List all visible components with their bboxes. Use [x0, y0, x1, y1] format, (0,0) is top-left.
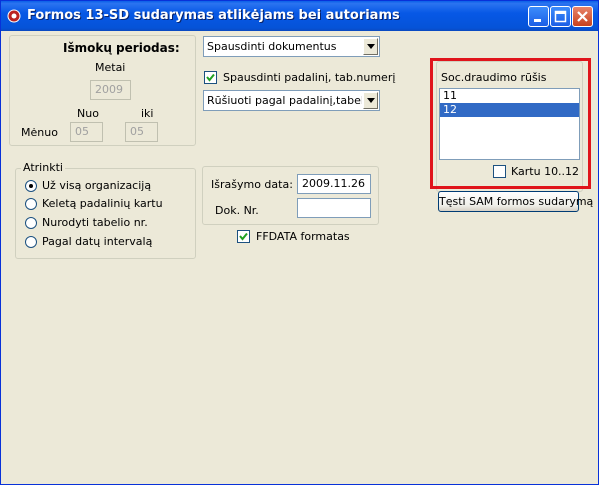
window-title: Formos 13-SD sudarymas atlikėjams bei au…: [27, 8, 400, 23]
ffdata-label: FFDATA formatas: [256, 230, 350, 243]
close-icon: [577, 11, 588, 22]
title-bar[interactable]: Formos 13-SD sudarymas atlikėjams bei au…: [1, 1, 598, 31]
month-label: Mėnuo: [21, 126, 58, 139]
date-field[interactable]: 2009.11.26: [297, 174, 371, 194]
ffdata-checkbox[interactable]: [237, 230, 250, 243]
sort-combo-dropdown[interactable]: [363, 92, 378, 109]
close-button[interactable]: [572, 6, 593, 27]
radio-tab-number-label: Nurodyti tabelio nr.: [42, 216, 148, 229]
radio-several-units[interactable]: [25, 198, 37, 210]
maximize-icon: [554, 10, 567, 23]
print-combo[interactable]: Spausdinti dokumentus: [203, 36, 380, 57]
sort-combo[interactable]: Rūšiuoti pagal padalinį,tabelio nr: [203, 90, 380, 111]
radio-date-interval[interactable]: [25, 236, 37, 248]
radio-dot: [29, 184, 33, 188]
doc-number-field[interactable]: [297, 198, 371, 218]
date-label: Išrašymo data:: [211, 178, 293, 191]
radio-whole-org[interactable]: [25, 180, 37, 192]
client-area: Išmokų periodas: Metai 2009 Nuo iki Mėnu…: [4, 31, 595, 481]
continue-button[interactable]: Tęsti SAM formos sudarymą: [438, 191, 593, 212]
radio-date-interval-label: Pagal datų intervalą: [42, 235, 153, 248]
print-tab-checkbox[interactable]: [204, 71, 217, 84]
main-window: Formos 13-SD sudarymas atlikėjams bei au…: [0, 0, 599, 485]
print-tab-label: Spausdinti padalinį, tab.numerį: [223, 71, 396, 84]
highlight-box: [430, 58, 591, 189]
print-combo-value: Spausdinti dokumentus: [207, 40, 337, 53]
month-to-field[interactable]: 05: [125, 122, 158, 142]
select-legend: Atrinkti: [21, 161, 65, 174]
app-icon: [7, 9, 21, 23]
print-combo-dropdown[interactable]: [363, 38, 378, 55]
sort-combo-value: Rūšiuoti pagal padalinį,tabelio nr: [207, 94, 362, 107]
minimize-icon: [534, 19, 541, 22]
to-label: iki: [141, 107, 154, 120]
maximize-button[interactable]: [550, 6, 571, 27]
minimize-button[interactable]: [528, 6, 549, 27]
checkmark-icon: [206, 73, 215, 82]
radio-tab-number[interactable]: [25, 217, 37, 229]
month-from-field[interactable]: 05: [70, 122, 103, 142]
year-label: Metai: [95, 61, 126, 74]
year-field[interactable]: 2009: [90, 80, 131, 100]
doc-number-label: Dok. Nr.: [215, 204, 259, 217]
from-label: Nuo: [77, 107, 99, 120]
checkmark-icon: [239, 232, 248, 241]
chevron-down-icon: [367, 98, 375, 103]
radio-whole-org-label: Už visą organizaciją: [42, 179, 152, 192]
chevron-down-icon: [367, 44, 375, 49]
period-heading: Išmokų periodas:: [63, 41, 180, 55]
radio-several-units-label: Keletą padalinių kartu: [42, 197, 163, 210]
